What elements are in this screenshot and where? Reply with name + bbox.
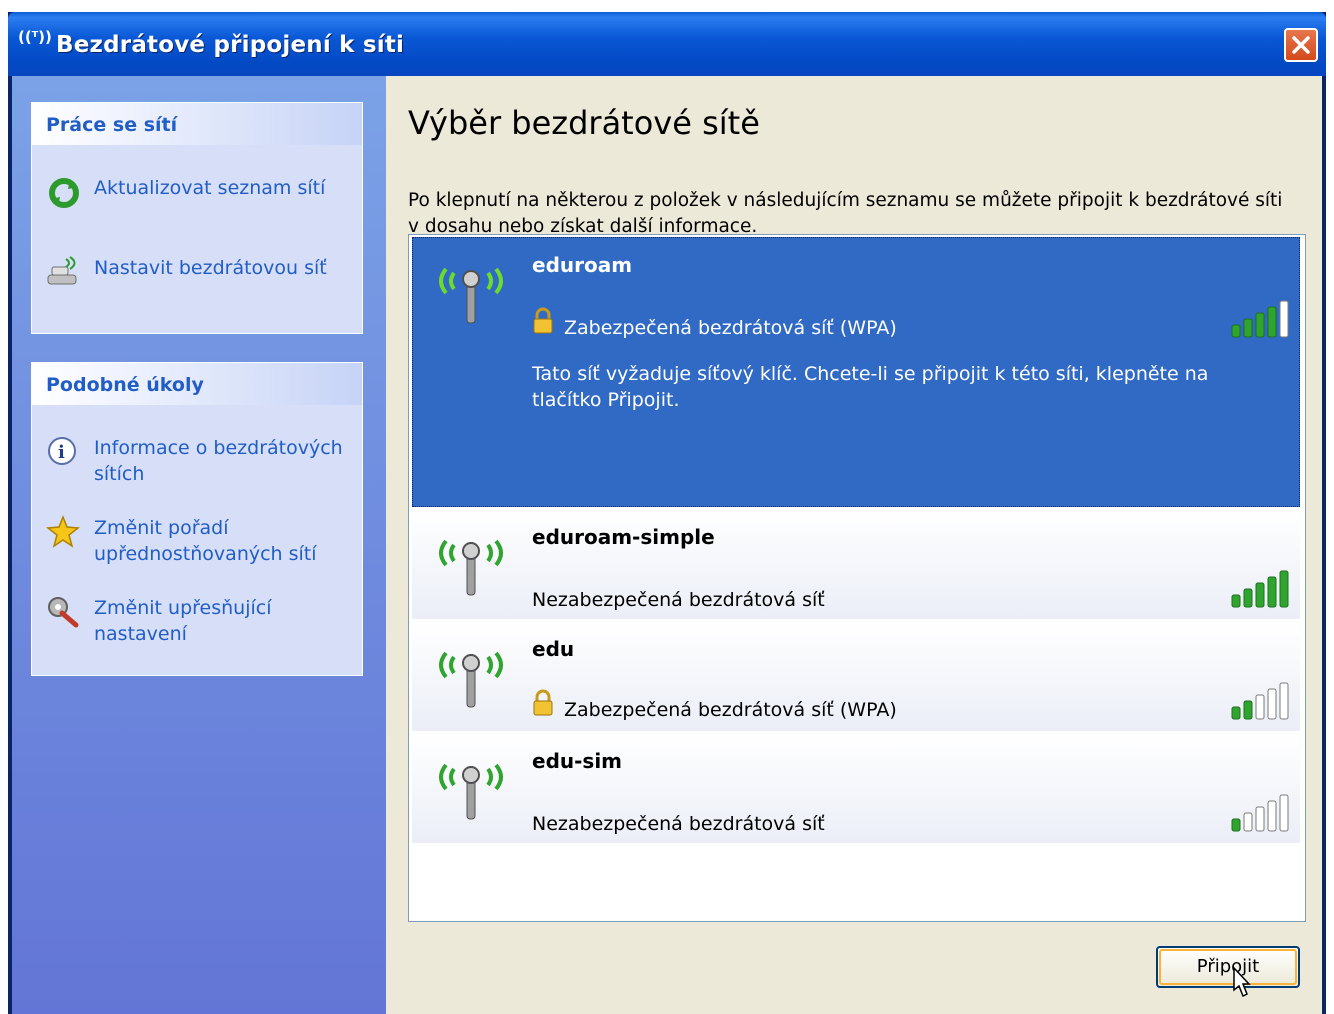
signal-bar [1243,700,1253,720]
signal-bar [1267,576,1277,608]
antenna-icon [439,539,503,596]
star-icon [46,515,80,548]
task-label: Informace o bezdrátových sítích [94,437,343,485]
panel-title: Podobné úkoly [46,374,204,396]
task-sidebar: Práce se sítí Aktualizovat seznam sítí N… [12,76,386,1014]
signal-bar [1255,312,1265,338]
network-item-edu-sim[interactable]: edu-sim Nezabezpečená bezdrátová síť [412,733,1300,843]
signal-bar [1231,706,1241,720]
signal-bar [1231,594,1241,608]
refresh-icon [49,178,79,208]
signal-strength-icon [1231,570,1289,608]
signal-bar [1255,694,1265,720]
settings-icon [48,597,79,628]
signal-bar [1279,300,1289,338]
signal-bar [1279,794,1289,832]
page-title: Výběr bezdrátové sítě [408,104,760,142]
network-item-eduroam-simple[interactable]: eduroam-simple Nezabezpečená bezdrátová … [412,509,1300,619]
network-ssid: eduroam [532,253,633,277]
signal-bars [1231,794,1289,832]
security-status: Zabezpečená bezdrátová síť (WPA) [564,699,897,721]
lock-icon [533,307,553,334]
network-description: Tato síť vyžaduje síťový klíč. Chcete-li… [532,363,1209,411]
network-ssid: edu [532,637,575,661]
security-status: Nezabezpečená bezdrátová síť [532,589,825,611]
title-bar[interactable]: ((ᵀ)) Bezdrátové připojení k síti [8,12,1326,76]
signal-strength-icon [1231,300,1289,338]
panel-title: Práce se sítí [46,114,178,136]
signal-bar [1255,806,1265,832]
task-label: Nastavit bezdrátovou síť [94,257,327,279]
signal-bar [1267,688,1277,720]
signal-bars [1231,300,1289,338]
task-label: Změnit pořadí upřednostňovaných sítí [94,517,317,565]
network-ssid: edu-sim [532,749,623,773]
signal-bar [1243,318,1253,338]
signal-strength-icon [1231,682,1289,720]
signal-strength-icon [1231,794,1289,832]
info-icon: i [48,437,76,465]
security-status: Zabezpečená bezdrátová síť (WPA) [564,317,897,339]
window: ((ᵀ)) Bezdrátové připojení k síti Práce … [8,12,1326,1014]
lock-icon [533,689,553,716]
antenna-icon [439,267,503,324]
panel-header[interactable]: Podobné úkoly [32,363,362,405]
signal-bar [1231,324,1241,338]
close-button[interactable] [1284,28,1318,62]
signal-bars [1231,682,1289,720]
mouse-cursor-icon [1233,966,1251,998]
signal-bar [1267,800,1277,832]
network-item-eduroam[interactable]: eduroam Zabezpečená bezdrátová síť (WPA)… [412,237,1300,507]
signal-bar [1231,818,1241,832]
instructions-text: Po klepnutí na některou z položek v násl… [408,190,1283,237]
signal-bar [1243,588,1253,608]
network-list[interactable]: eduroam Zabezpečená bezdrátová síť (WPA)… [408,234,1306,922]
window-title: Bezdrátové připojení k síti [56,32,405,58]
task-label: Změnit upřesňující nastavení [94,597,272,645]
signal-bar [1279,682,1289,720]
network-ssid: eduroam-simple [532,525,715,549]
signal-bars [1231,570,1289,608]
network-item-edu[interactable]: edu Zabezpečená bezdrátová síť (WPA) [412,621,1300,731]
task-label: Aktualizovat seznam sítí [94,177,326,199]
svg-text:i: i [58,442,65,463]
signal-bar [1267,306,1277,338]
wireless-title-icon: ((ᵀ)) [18,28,52,46]
panel-header[interactable]: Práce se sítí [32,103,362,145]
main-content: Výběr bezdrátové sítě Po klepnutí na něk… [386,76,1322,1014]
antenna-icon [439,651,503,708]
signal-bar [1279,570,1289,608]
security-status: Nezabezpečená bezdrátová síť [532,813,825,835]
signal-bar [1243,812,1253,832]
wireless-setup-icon [47,256,77,285]
close-icon [1292,36,1310,54]
signal-bar [1255,582,1265,608]
related-tasks-panel: Podobné úkoly i Informace o bezdrátových… [31,362,363,676]
antenna-icon [439,763,503,820]
network-tasks-panel: Práce se sítí Aktualizovat seznam sítí N… [31,102,363,334]
